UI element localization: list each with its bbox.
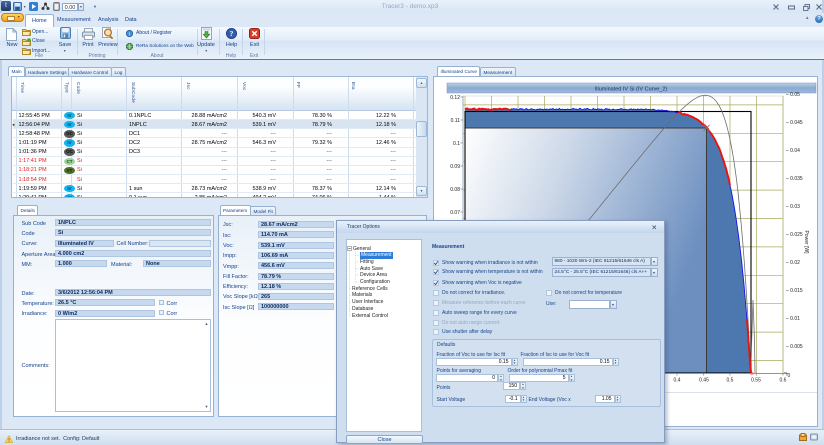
svg-text:– 0.04: – 0.04 [786,148,800,154]
svg-text:0.12: 0.12 [450,95,460,101]
svg-text:0.1: 0.1 [453,141,460,147]
svg-text:0.11: 0.11 [451,118,461,124]
svg-text:0.55: 0.55 [751,378,761,384]
svg-text:?: ? [230,29,234,38]
svg-text:– 0.03: – 0.03 [786,204,800,210]
svg-text:0.45: 0.45 [699,378,709,384]
svg-text:– 0.025: – 0.025 [786,232,803,238]
svg-text:0.5: 0.5 [727,378,734,384]
svg-text:0: 0 [788,373,791,379]
svg-text:0.4: 0.4 [674,378,681,384]
svg-text:!: ! [8,437,10,442]
svg-text:– 0.015: – 0.015 [786,288,803,294]
svg-text:– 0.05: – 0.05 [786,92,800,98]
svg-text:0.08: 0.08 [450,187,460,193]
svg-text:0.6: 0.6 [780,378,787,384]
svg-text:– 0.01: – 0.01 [786,316,800,322]
svg-text:– 0.005: – 0.005 [786,344,803,350]
svg-text:0.09: 0.09 [450,164,460,170]
svg-text:– 0.02: – 0.02 [786,260,800,266]
svg-text:Power [W]: Power [W] [803,230,809,254]
svg-text:– 0.045: – 0.045 [786,120,803,126]
svg-text:– 0.035: – 0.035 [786,176,803,182]
svg-text:Illuminated IV Si (IV Curve_2): Illuminated IV Si (IV Curve_2) [595,87,668,93]
svg-text:0.07: 0.07 [450,210,460,216]
